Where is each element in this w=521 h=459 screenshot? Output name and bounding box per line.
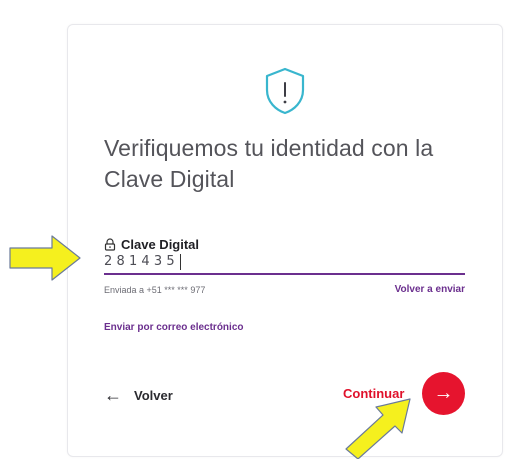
input-underline: [104, 273, 465, 275]
page: Verifiquemos tu identidad con la Clave D…: [0, 0, 521, 459]
clave-digital-label-text: Clave Digital: [121, 237, 200, 252]
annotation-arrow-right-icon: [9, 235, 81, 281]
back-button[interactable]: ← Volver: [104, 385, 173, 406]
sent-to-text: Enviada a +51 *** *** 977: [104, 285, 206, 295]
arrow-right-icon: →: [433, 382, 454, 404]
back-label: Volver: [134, 388, 173, 403]
resend-link[interactable]: Volver a enviar: [395, 284, 465, 295]
page-title: Verifiquemos tu identidad con la Clave D…: [104, 135, 434, 192]
clave-digital-label: Clave Digital: [104, 237, 199, 252]
clave-digital-input[interactable]: 281435: [104, 254, 179, 269]
text-caret: [180, 254, 181, 270]
send-by-email-link[interactable]: Enviar por correo electrónico: [104, 322, 244, 333]
shield-alert-icon: [265, 67, 305, 115]
continue-button[interactable]: →: [422, 372, 465, 415]
arrow-left-icon: ←: [104, 385, 122, 405]
lock-icon: [104, 238, 116, 251]
annotation-arrow-up-icon: [345, 398, 411, 459]
